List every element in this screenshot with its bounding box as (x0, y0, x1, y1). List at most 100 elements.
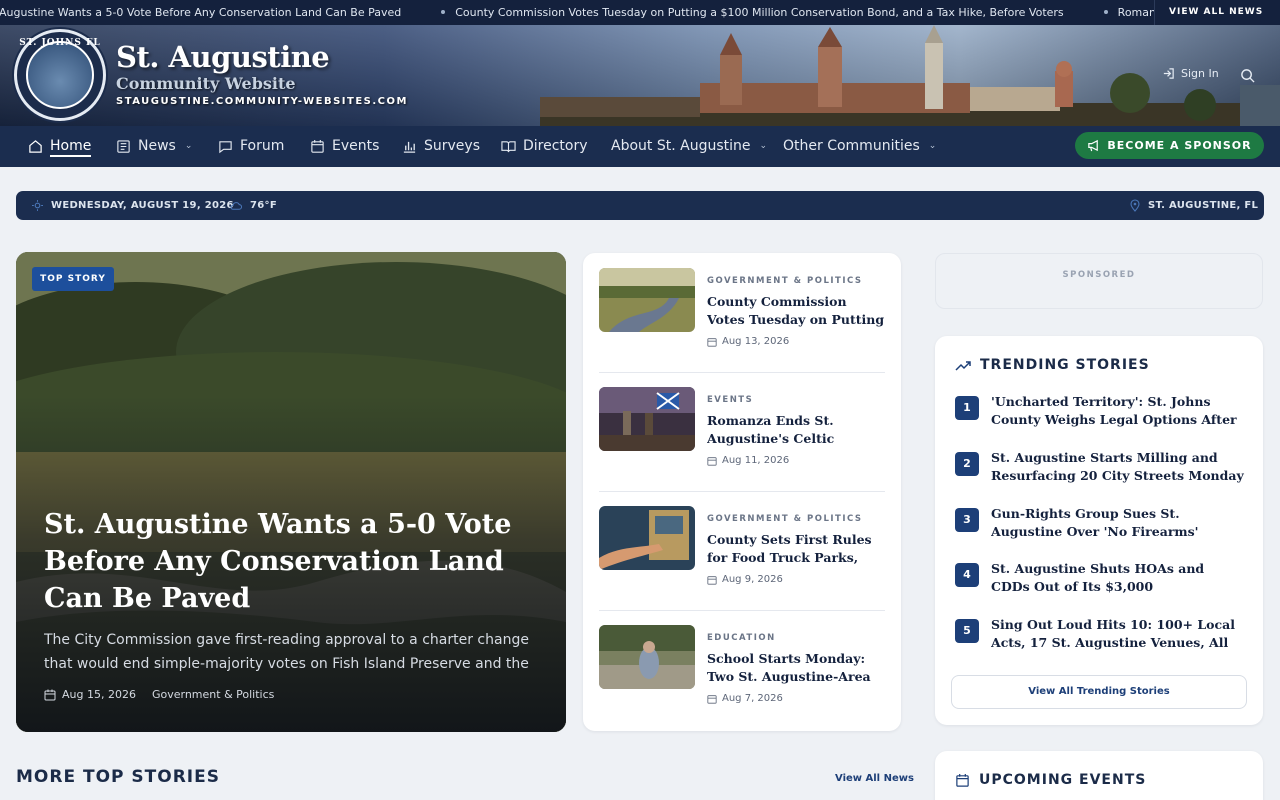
nav-item-surveys[interactable]: Surveys (402, 126, 480, 167)
nav-label-directory: Directory (523, 138, 588, 154)
info-bar: WEDNESDAY, AUGUST 19, 2026 76°F ST. AUGU… (16, 191, 1264, 220)
top-story-date: Aug 15, 2026 (62, 688, 136, 701)
news-category: EDUCATION (707, 633, 776, 643)
news-date-text: Aug 9, 2026 (722, 574, 783, 585)
calendar-icon (707, 337, 717, 347)
bar-chart-icon (403, 141, 416, 153)
view-all-trending-button[interactable]: View All Trending Stories (951, 675, 1247, 709)
trending-title[interactable]: St. Augustine Starts Milling and Resurfa… (991, 449, 1245, 485)
nav-label-forum: Forum (240, 138, 285, 154)
events-heading-text: UPCOMING EVENTS (979, 772, 1147, 788)
sign-in-link[interactable]: Sign In (1162, 67, 1219, 80)
divider (599, 610, 885, 611)
news-ticker: Augustine Wants a 5-0 Vote Before Any Co… (0, 0, 1280, 25)
news-item[interactable]: GOVERNMENT & POLITICS County Sets First … (599, 506, 885, 610)
news-date: Aug 9, 2026 (707, 574, 783, 585)
trending-item[interactable]: 2 St. Augustine Starts Milling and Resurf… (955, 449, 1245, 493)
site-logo[interactable]: ST. JOHNS FL (14, 29, 106, 121)
news-thumbnail (599, 506, 695, 570)
header-banner: ST. JOHNS FL St. Augustine Community Web… (0, 25, 1280, 126)
nav-label-about: About St. Augustine (611, 138, 751, 154)
sign-in-icon (1163, 68, 1174, 79)
news-date: Aug 11, 2026 (707, 455, 789, 466)
trending-heading: TRENDING STORIES (955, 357, 1150, 373)
chevron-down-icon: ⌄ (928, 141, 937, 151)
temperature-text: 76°F (250, 200, 277, 211)
trending-rank: 3 (955, 508, 979, 532)
calendar-icon (707, 694, 717, 704)
view-all-news-label: VIEW ALL NEWS (1169, 7, 1264, 17)
newspaper-icon (117, 140, 130, 153)
become-sponsor-button[interactable]: BECOME A SPONSOR (1075, 132, 1264, 159)
calendar-icon (44, 689, 56, 700)
trending-rank: 2 (955, 452, 979, 476)
nav-item-forum[interactable]: Forum (218, 126, 284, 167)
view-all-news-link[interactable]: View All News (835, 773, 914, 784)
top-story-category[interactable]: Government & Politics (152, 688, 274, 701)
trending-item[interactable]: 5 Sing Out Loud Hits 10: 100+ Local Acts,… (955, 616, 1245, 660)
chevron-down-icon: ⌄ (184, 141, 193, 151)
upcoming-events-panel: UPCOMING EVENTS (935, 751, 1263, 800)
trending-heading-text: TRENDING STORIES (980, 357, 1150, 373)
news-thumbnail (599, 625, 695, 689)
trending-title[interactable]: 'Uncharted Territory': St. Johns County … (991, 393, 1245, 429)
date-text: WEDNESDAY, AUGUST 19, 2026 (51, 200, 234, 211)
news-title[interactable]: County Sets First Rules for Food Truck P… (707, 531, 885, 567)
nav-item-news[interactable]: News ⌄ (116, 126, 192, 167)
nav-item-home[interactable]: Home (28, 126, 92, 167)
weather-display: 76°F (229, 191, 277, 220)
ticker-item[interactable]: Augustine Wants a 5-0 Vote Before Any Co… (0, 0, 401, 25)
nav-item-events[interactable]: Events (310, 126, 379, 167)
news-date-text: Aug 7, 2026 (722, 693, 783, 704)
news-thumbnail (599, 387, 695, 451)
news-title[interactable]: School Starts Monday: Two St. Augustine-… (707, 650, 885, 686)
news-category: GOVERNMENT & POLITICS (707, 276, 863, 286)
calendar-icon (707, 575, 717, 585)
nav-item-about[interactable]: About St. Augustine ⌄ (611, 126, 767, 167)
news-item[interactable]: GOVERNMENT & POLITICS County Commission … (599, 268, 885, 372)
location-display: ST. AUGUSTINE, FL (1130, 191, 1258, 220)
news-date: Aug 7, 2026 (707, 693, 783, 704)
site-title[interactable]: St. Augustine (116, 40, 330, 74)
nav-label-surveys: Surveys (424, 138, 480, 154)
trending-title[interactable]: Gun-Rights Group Sues St. Augustine Over… (991, 505, 1245, 541)
top-story-title[interactable]: St. Augustine Wants a 5-0 Vote Before An… (44, 506, 554, 617)
ticker-item[interactable]: Romanza Ends St. Augustine's Celtic Fest… (1118, 0, 1154, 25)
nav-label-other-communities: Other Communities (783, 138, 920, 154)
nav-label-news: News (138, 138, 176, 154)
news-title[interactable]: Romanza Ends St. Augustine's Celtic Fest… (707, 412, 885, 448)
news-item[interactable]: EDUCATION School Starts Monday: Two St. … (599, 625, 885, 729)
news-category: GOVERNMENT & POLITICS (707, 514, 863, 524)
trending-rank: 5 (955, 619, 979, 643)
divider (599, 491, 885, 492)
sun-icon (32, 200, 43, 211)
news-item[interactable]: EVENTS Romanza Ends St. Augustine's Celt… (599, 387, 885, 491)
home-icon (29, 140, 42, 153)
calendar-icon (707, 456, 717, 466)
trending-title[interactable]: St. Augustine Shuts HOAs and CDDs Out of… (991, 560, 1245, 596)
trending-rank: 1 (955, 396, 979, 420)
ticker-item[interactable]: County Commission Votes Tuesday on Putti… (455, 0, 1063, 25)
ticker-dot-icon (1103, 10, 1108, 14)
trending-item[interactable]: 3 Gun-Rights Group Sues St. Augustine Ove… (955, 505, 1245, 549)
news-title[interactable]: County Commission Votes Tuesday on Putti… (707, 293, 885, 329)
top-story-description: The City Commission gave first-reading a… (44, 632, 529, 672)
view-all-news-link[interactable]: VIEW ALL NEWS (1154, 0, 1280, 25)
news-date: Aug 13, 2026 (707, 336, 789, 347)
trending-item[interactable]: 4 St. Augustine Shuts HOAs and CDDs Out o… (955, 560, 1245, 604)
top-story-meta: Aug 15, 2026 Government & Politics (44, 688, 274, 701)
cloud-icon (230, 202, 242, 210)
sponsored-slot[interactable]: SPONSORED (935, 253, 1263, 309)
nav-item-other-communities[interactable]: Other Communities ⌄ (783, 126, 936, 167)
news-thumbnail (599, 268, 695, 332)
book-icon (501, 141, 516, 153)
trending-item[interactable]: 1 'Uncharted Territory': St. Johns County… (955, 393, 1245, 437)
location-pin-icon (1130, 199, 1140, 212)
calendar-icon (311, 139, 324, 153)
search-icon[interactable] (1240, 68, 1255, 83)
trending-title[interactable]: Sing Out Loud Hits 10: 100+ Local Acts, … (991, 616, 1245, 652)
top-story-badge: TOP STORY (32, 267, 114, 291)
top-story-card[interactable]: TOP STORY St. Augustine Wants a 5-0 Vote… (16, 252, 566, 732)
calendar-icon (956, 773, 969, 787)
nav-item-directory[interactable]: Directory (501, 126, 588, 167)
